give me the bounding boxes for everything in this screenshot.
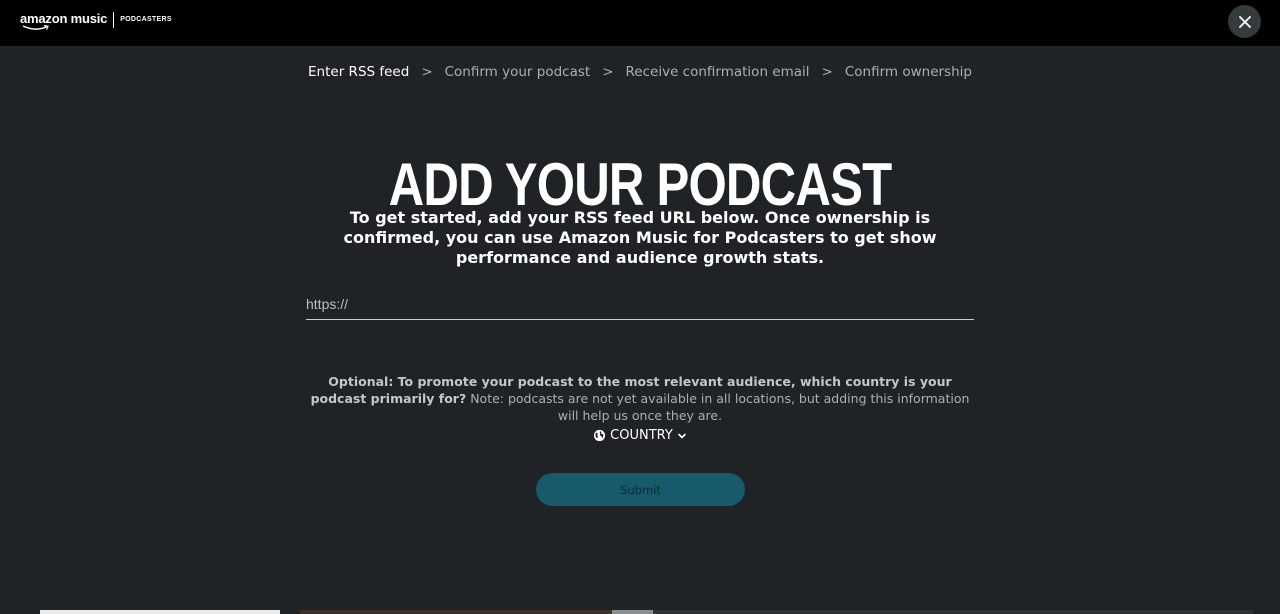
- breadcrumb-separator: >: [602, 64, 614, 80]
- carousel-tile: [612, 610, 653, 614]
- logo-podcasters-label: PODCASTERS: [120, 16, 172, 23]
- close-icon: [1238, 15, 1251, 28]
- carousel-tile: [300, 610, 612, 614]
- carousel-tile: [40, 610, 280, 614]
- country-select-label: COUNTRY: [610, 428, 673, 443]
- country-select[interactable]: COUNTRY: [0, 428, 1280, 443]
- chevron-down-icon: [678, 433, 686, 438]
- intro-text: To get started, add your RSS feed URL be…: [343, 208, 937, 267]
- optional-note: Note: podcasts are not yet available in …: [466, 390, 970, 423]
- globe-icon: [594, 429, 606, 442]
- amazon-smile-icon: [22, 25, 49, 30]
- amazon-music-podcasters-logo[interactable]: amazon music PODCASTERS: [20, 11, 172, 30]
- rss-feed-url-input[interactable]: [306, 288, 974, 320]
- close-button[interactable]: [1228, 5, 1261, 38]
- optional-country-text: Optional: To promote your podcast to the…: [300, 373, 980, 424]
- bottom-carousel-strip: [0, 610, 1280, 614]
- breadcrumb-separator: >: [421, 64, 433, 80]
- breadcrumb-step-confirm-podcast: Confirm your podcast: [444, 64, 591, 80]
- submit-button[interactable]: Submit: [536, 473, 745, 506]
- breadcrumb-step-enter-rss: Enter RSS feed: [308, 64, 410, 80]
- breadcrumb-step-confirmation-email: Receive confirmation email: [625, 64, 810, 80]
- top-bar: amazon music PODCASTERS: [0, 0, 1280, 46]
- breadcrumb-separator: >: [821, 64, 833, 80]
- breadcrumb: Enter RSS feed > Confirm your podcast > …: [0, 62, 1280, 82]
- logo-divider: [113, 12, 115, 28]
- breadcrumb-step-confirm-ownership: Confirm ownership: [844, 64, 972, 80]
- carousel-tile: [653, 610, 1253, 614]
